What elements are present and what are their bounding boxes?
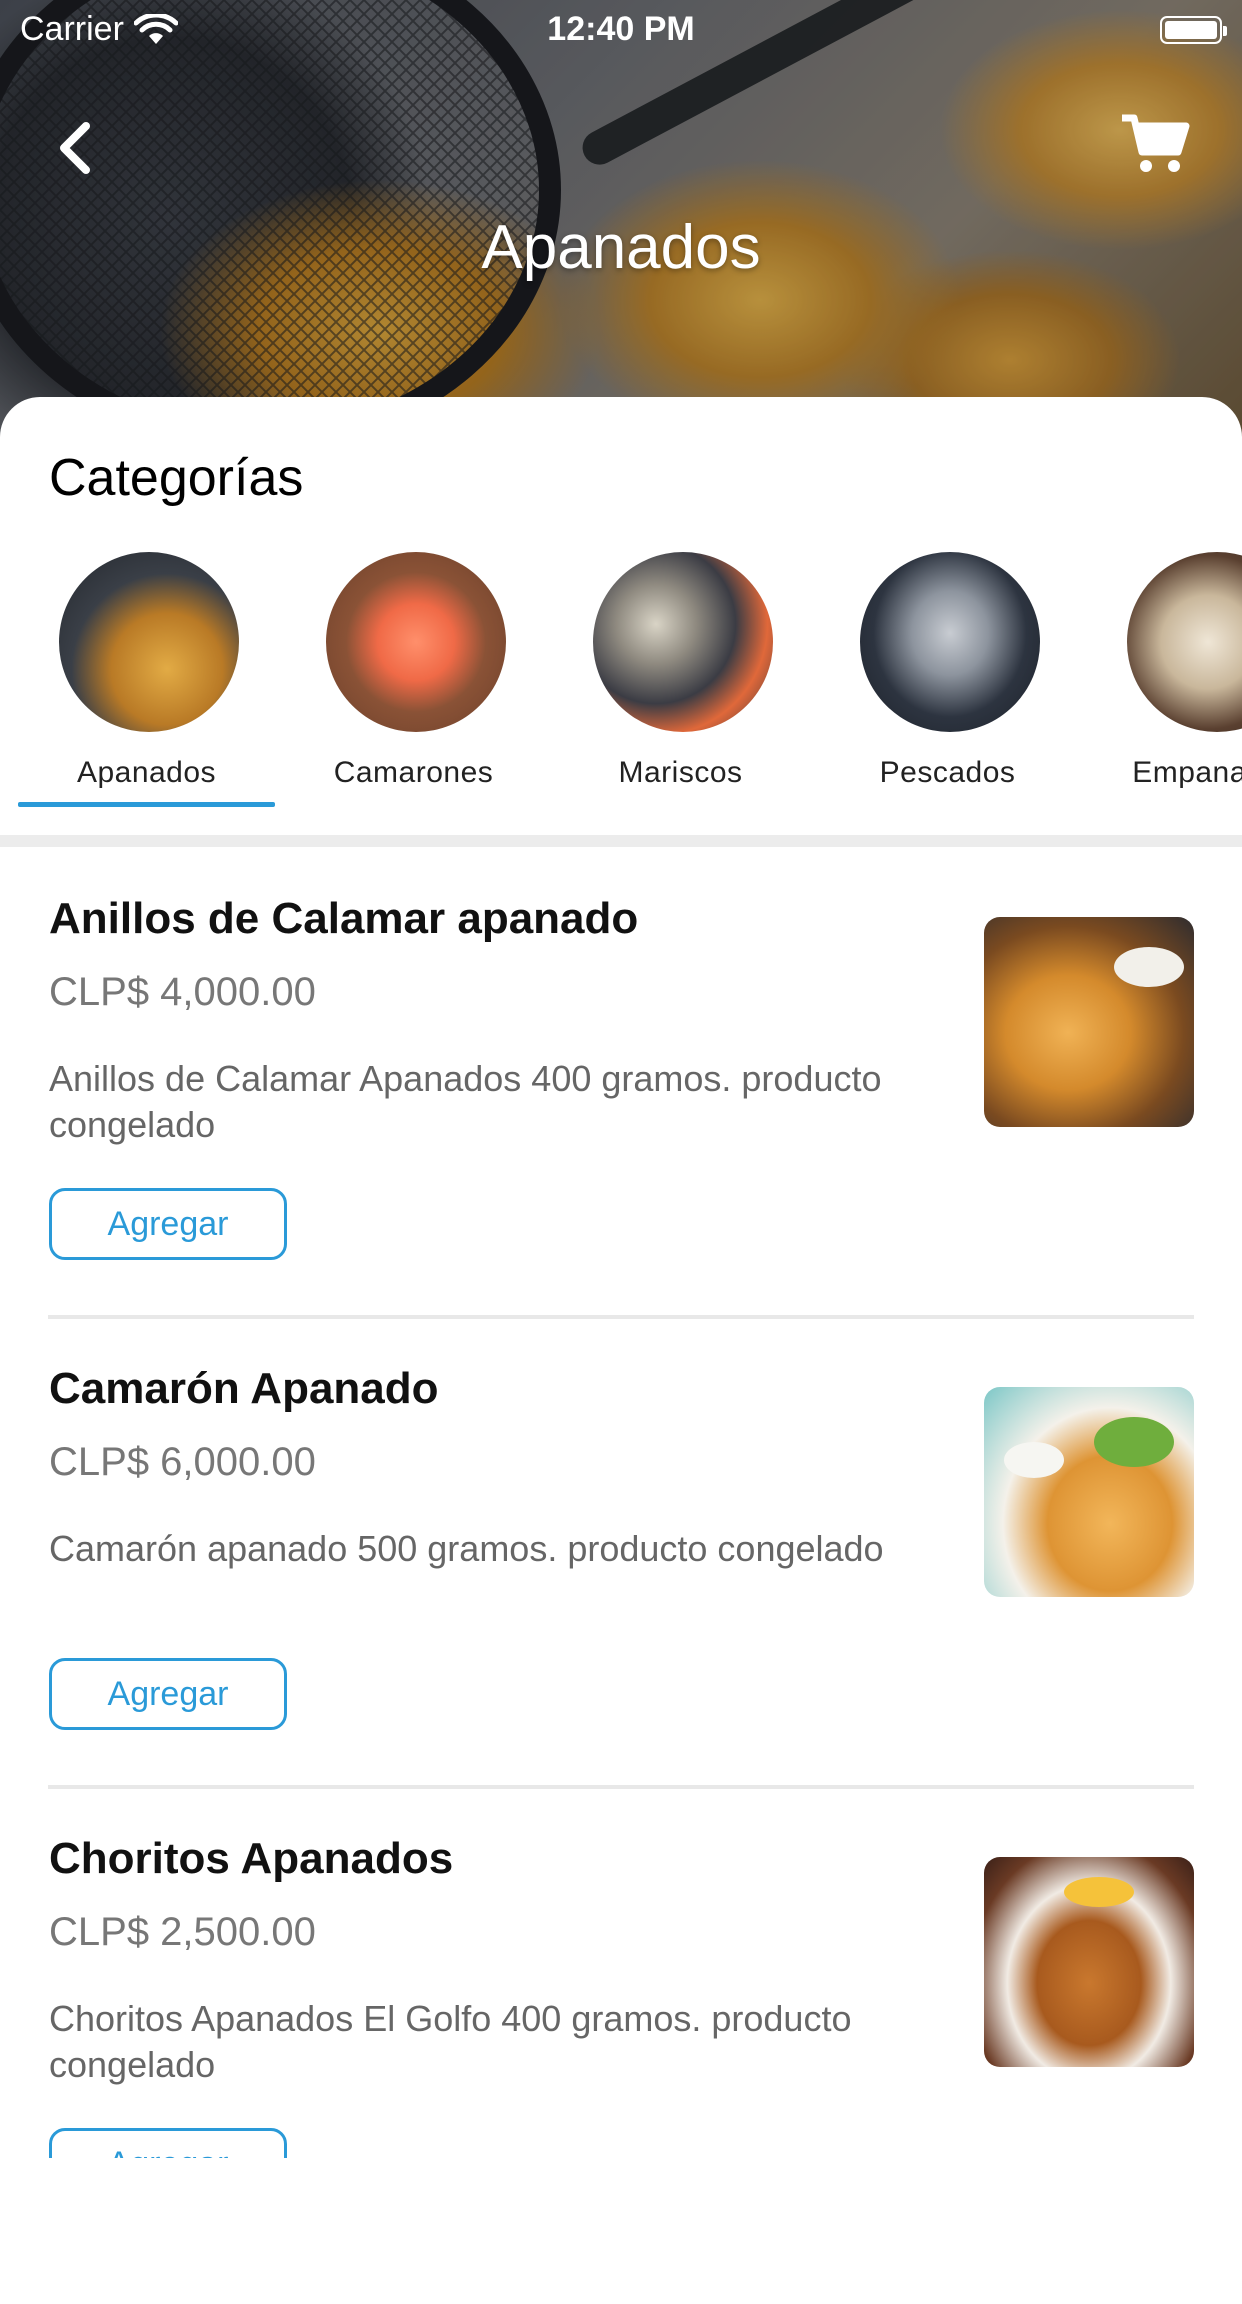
product-divider <box>48 1785 1194 1789</box>
category-image-camarones <box>326 552 506 732</box>
category-label: Apanados <box>76 756 217 789</box>
category-item-mariscos[interactable]: Mariscos <box>547 552 814 812</box>
category-image-empanadas <box>1127 552 1242 732</box>
product-description: Camarón apanado 500 gramos. producto con… <box>49 1528 884 1569</box>
product-image <box>984 917 1194 1127</box>
product-description: Anillos de Calamar Apanados 400 gramos. … <box>49 1058 882 1145</box>
category-label: Camarones <box>333 756 494 789</box>
category-label: Pescados <box>879 756 1016 789</box>
category-item-empanadas[interactable]: Empanadas <box>1081 552 1242 812</box>
status-time: 12:40 PM <box>547 10 695 48</box>
product-image <box>984 1857 1194 2067</box>
chevron-left-icon <box>60 122 90 174</box>
category-label: Mariscos <box>618 756 743 789</box>
section-divider <box>0 835 1242 847</box>
categories-carousel[interactable]: Apanados Camarones Mariscos Pescados Emp… <box>0 552 1242 812</box>
back-button[interactable] <box>48 118 108 178</box>
battery-icon <box>1160 16 1227 44</box>
selected-category-indicator <box>18 802 275 807</box>
add-to-cart-button[interactable]: Agregar <box>49 1658 287 1730</box>
product-price: CLP$ 4,000.00 <box>49 970 316 1014</box>
product-price: CLP$ 6,000.00 <box>49 1440 316 1484</box>
category-item-pescados[interactable]: Pescados <box>814 552 1081 812</box>
status-bar: Carrier 12:40 PM <box>0 0 1242 60</box>
cart-icon <box>1122 114 1190 172</box>
product-image <box>984 1387 1194 1597</box>
category-item-camarones[interactable]: Camarones <box>280 552 547 812</box>
product-card: Camarón Apanado CLP$ 6,000.00 Camarón ap… <box>0 1364 1242 1834</box>
product-name: Choritos Apanados <box>49 1834 454 1883</box>
category-image-apanados <box>59 552 239 732</box>
categories-title: Categorías <box>49 449 304 507</box>
product-name: Anillos de Calamar apanado <box>49 894 639 943</box>
product-divider <box>48 1315 1194 1319</box>
category-image-mariscos <box>593 552 773 732</box>
content-sheet: Categorías Apanados Camarones Mariscos P… <box>0 397 1242 2208</box>
category-item-apanados[interactable]: Apanados <box>13 552 280 812</box>
product-card: Anillos de Calamar apanado CLP$ 4,000.00… <box>0 894 1242 1364</box>
category-image-pescados <box>860 552 1040 732</box>
product-name: Camarón Apanado <box>49 1364 439 1413</box>
product-card: Choritos Apanados CLP$ 2,500.00 Choritos… <box>0 1834 1242 2304</box>
category-label: Empanadas <box>1132 756 1242 789</box>
add-to-cart-button[interactable]: Agregar <box>49 1188 287 1260</box>
bottom-safe-area <box>0 2158 1242 2208</box>
cart-button[interactable] <box>1118 112 1190 176</box>
product-price: CLP$ 2,500.00 <box>49 1910 316 1954</box>
page-title: Apanados <box>481 213 761 282</box>
product-description: Choritos Apanados El Golfo 400 gramos. p… <box>49 1998 852 2085</box>
